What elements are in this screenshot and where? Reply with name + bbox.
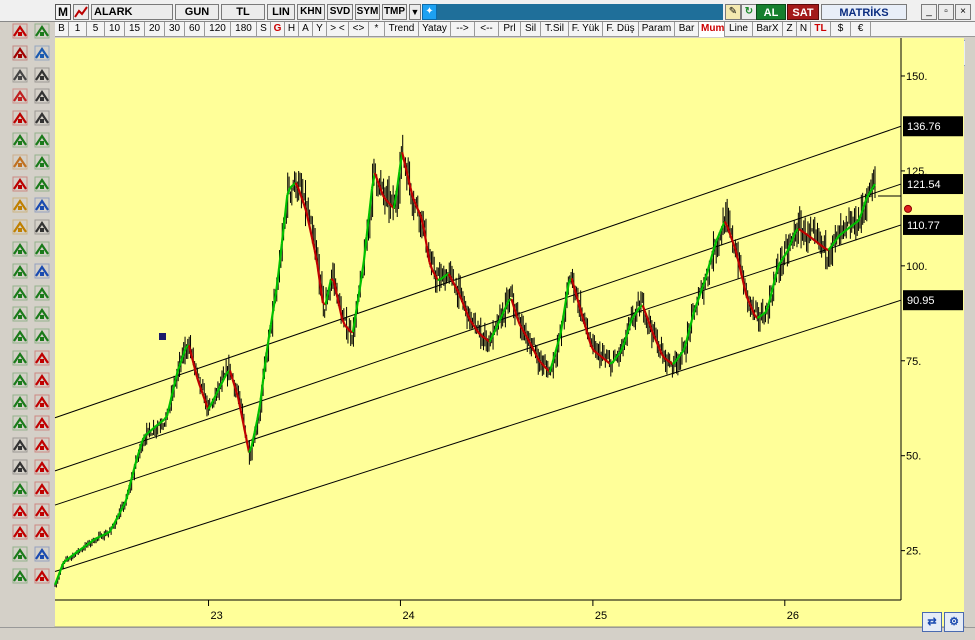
y-tick-label: 25. — [906, 546, 921, 558]
price-label: 121.54 — [907, 179, 941, 191]
config-icon[interactable]: ⚙ — [944, 612, 964, 632]
channel-anchor-marker — [159, 333, 166, 340]
x-tick-label: 24 — [402, 610, 414, 622]
trend-segment — [803, 231, 808, 236]
plot-area — [55, 38, 901, 600]
trend-segment — [95, 536, 100, 540]
x-tick-label: 25 — [595, 610, 607, 622]
x-axis-panel — [55, 600, 964, 627]
status-bar — [0, 627, 975, 640]
trend-segment — [437, 278, 441, 282]
trend-segment — [98, 534, 102, 539]
price-label: 90.95 — [907, 295, 935, 307]
y-tick-label: 75. — [906, 356, 921, 368]
price-label: 110.77 — [907, 220, 940, 232]
trend-segment — [92, 537, 97, 542]
last-price-marker — [904, 204, 912, 213]
price-chart[interactable]: 25.50.75.100.125.150.23 24 25 26136.76121.5… — [0, 0, 975, 640]
y-tick-label: 150. — [906, 71, 927, 83]
trend-segment — [609, 361, 614, 365]
x-tick-label: 23 — [211, 610, 223, 622]
trend-segment — [100, 533, 105, 537]
trend-segment — [330, 277, 335, 282]
y-tick-label: 100. — [906, 261, 927, 273]
app-window: M ALARK GUN TL LIN KHN SVD SYM TMP ▼ ✦ ✎… — [0, 0, 975, 640]
y-tick-label: 50. — [906, 451, 921, 463]
bottom-controls: ⇄ ⚙ — [922, 612, 966, 632]
trend-segment — [797, 227, 802, 232]
trend-segment — [103, 532, 108, 536]
sync-icon[interactable]: ⇄ — [922, 612, 942, 632]
x-tick-label: 26 — [787, 610, 799, 622]
trend-segment — [106, 530, 111, 535]
price-label: 136.76 — [907, 121, 941, 133]
trend-segment — [800, 229, 805, 234]
